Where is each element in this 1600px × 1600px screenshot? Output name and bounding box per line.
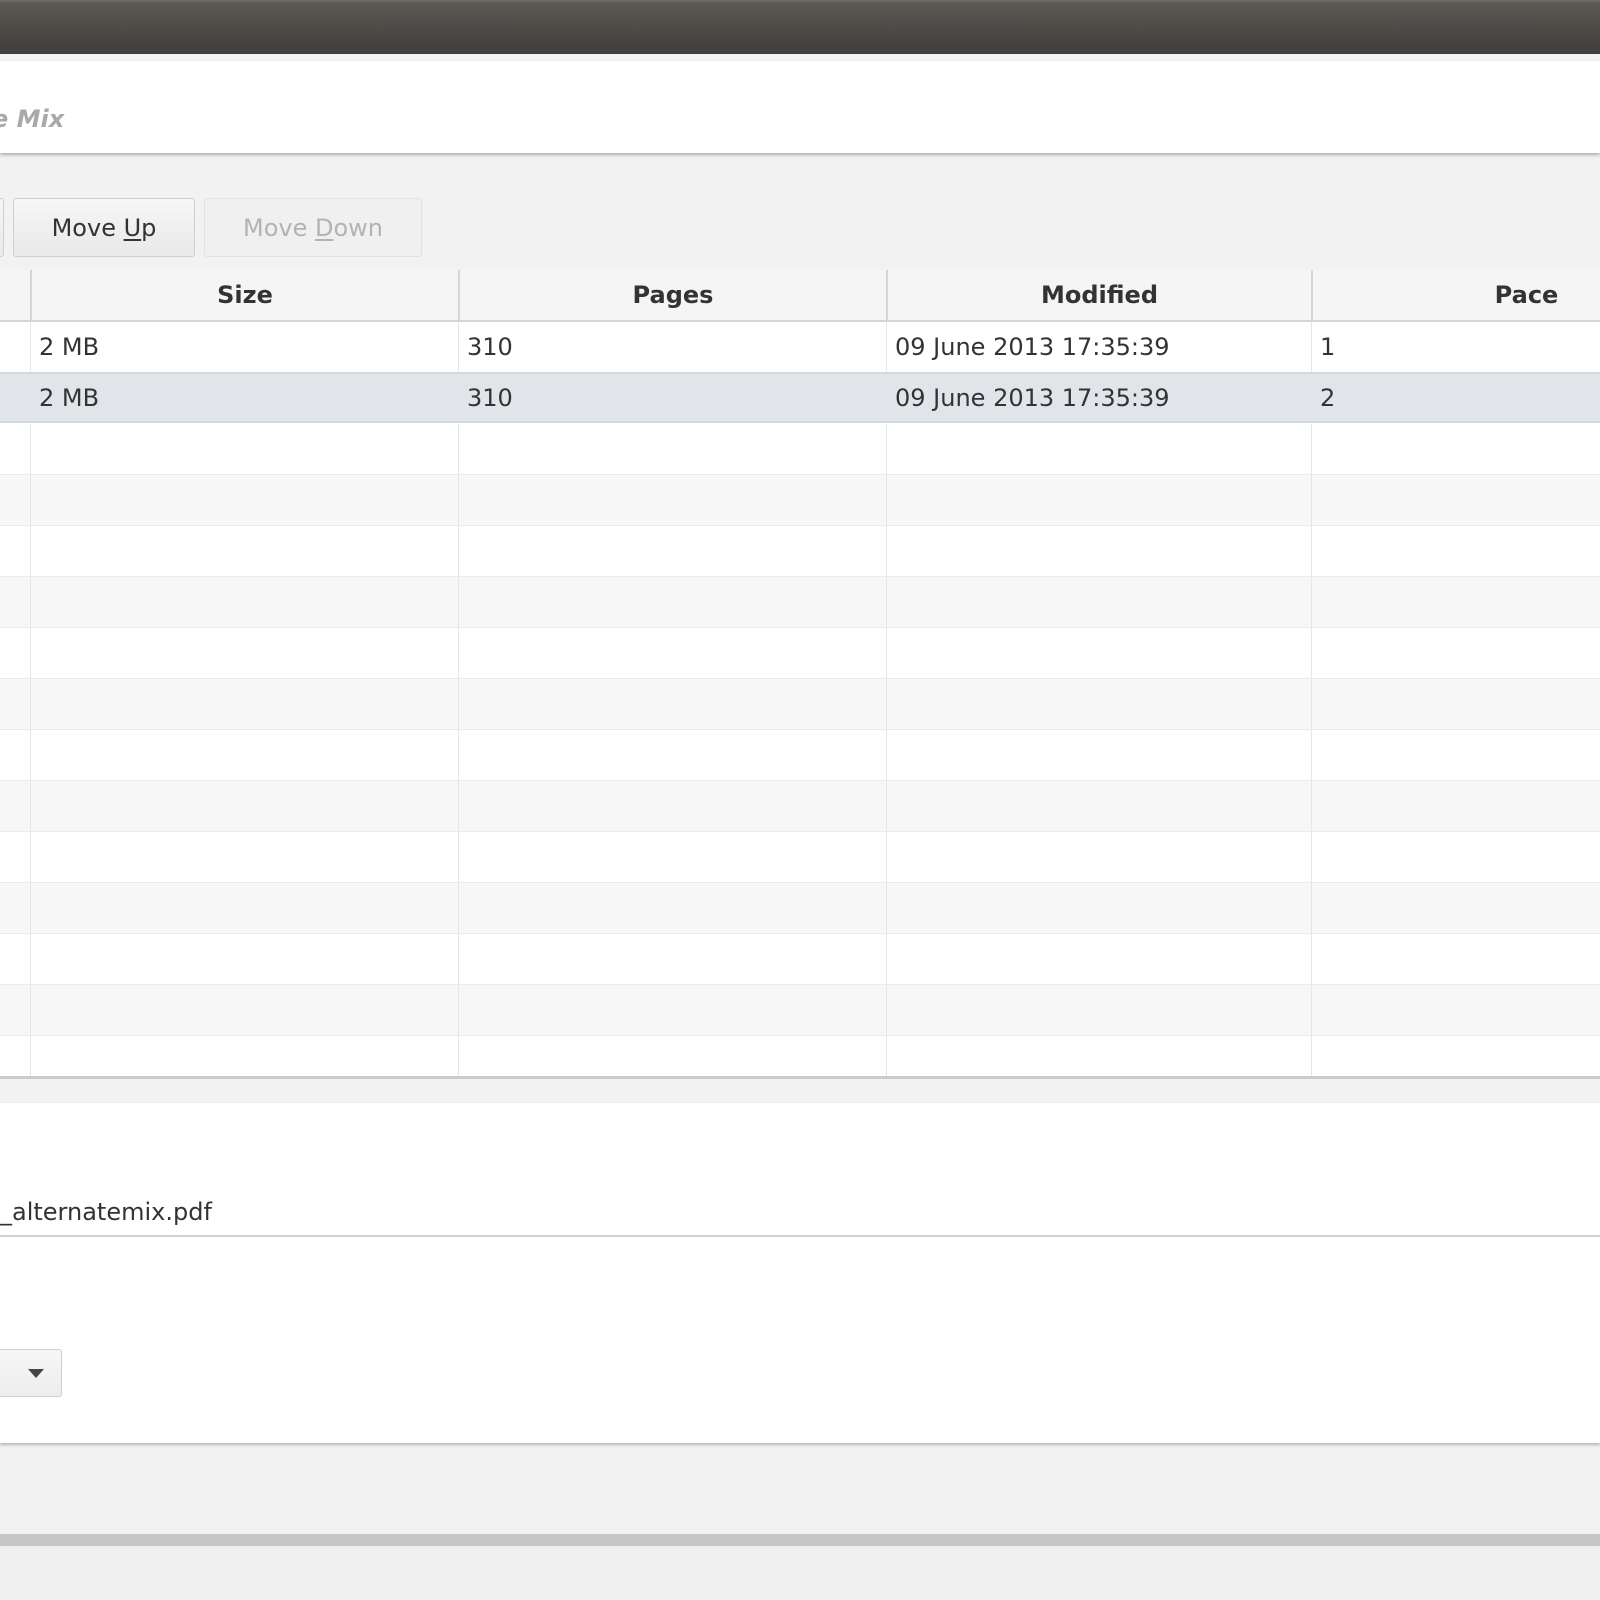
table-header: Size Pages Modified Pace	[0, 270, 1600, 322]
table-row[interactable]: 2 MB 310 09 June 2013 17:35:39 1	[0, 322, 1600, 373]
empty-cell	[1311, 577, 1600, 627]
window-titlebar	[0, 0, 1600, 54]
cell-size: 2 MB	[30, 374, 458, 421]
divider	[0, 1534, 1600, 1546]
empty-cell	[458, 781, 886, 831]
move-up-label: Move Up	[51, 213, 157, 242]
move-up-button[interactable]: Move Up	[13, 198, 195, 257]
empty-cell	[886, 781, 1311, 831]
empty-cell	[458, 985, 886, 1035]
empty-row	[0, 934, 1600, 985]
empty-cell	[1311, 832, 1600, 882]
output-panel: _alternatemix.pdf	[0, 1103, 1600, 1443]
empty-cell	[886, 985, 1311, 1035]
column-header-size[interactable]: Size	[30, 270, 458, 320]
destination-file-value: _alternatemix.pdf	[0, 1198, 212, 1226]
empty-cell	[458, 934, 886, 984]
partial-button[interactable]	[0, 198, 4, 257]
empty-cell	[1311, 526, 1600, 576]
empty-cell	[1311, 781, 1600, 831]
empty-cell	[1311, 934, 1600, 984]
title-panel: e Mix	[0, 61, 1600, 153]
column-header-pace[interactable]: Pace	[1311, 270, 1600, 320]
move-down-button: Move Down	[204, 198, 422, 257]
empty-row	[0, 883, 1600, 934]
footer-bar	[0, 1546, 1600, 1600]
empty-row	[0, 781, 1600, 832]
empty-cell	[1311, 679, 1600, 729]
empty-cell	[886, 628, 1311, 678]
empty-cell	[886, 730, 1311, 780]
empty-cell	[30, 832, 458, 882]
empty-row	[0, 424, 1600, 475]
empty-row	[0, 628, 1600, 679]
empty-cell	[458, 475, 886, 525]
options-dropdown[interactable]	[0, 1349, 62, 1397]
empty-cell	[886, 832, 1311, 882]
empty-cell	[886, 424, 1311, 474]
empty-cell	[30, 781, 458, 831]
empty-cell	[30, 883, 458, 933]
empty-cell	[30, 475, 458, 525]
tool-title: e Mix	[0, 105, 65, 133]
empty-cell	[886, 1036, 1311, 1076]
empty-cell	[886, 883, 1311, 933]
empty-cell	[458, 730, 886, 780]
empty-cell	[30, 628, 458, 678]
empty-cell	[458, 628, 886, 678]
cell-pages: 310	[458, 322, 886, 372]
empty-cell	[458, 883, 886, 933]
empty-cell	[30, 577, 458, 627]
empty-cell	[1311, 1036, 1600, 1076]
destination-file-field[interactable]: _alternatemix.pdf	[0, 1189, 1600, 1237]
empty-cell	[458, 1036, 886, 1076]
table-row-selected[interactable]: 2 MB 310 09 June 2013 17:35:39 2	[0, 372, 1600, 423]
column-header-modified[interactable]: Modified	[886, 270, 1311, 320]
empty-row	[0, 1036, 1600, 1076]
empty-cell	[30, 934, 458, 984]
empty-cell	[458, 577, 886, 627]
cell-pages: 310	[458, 374, 886, 421]
empty-cell	[458, 832, 886, 882]
chevron-down-icon	[28, 1369, 44, 1378]
empty-cell	[30, 679, 458, 729]
move-down-label: Move Down	[242, 213, 383, 242]
empty-cell	[1311, 730, 1600, 780]
empty-cell	[458, 526, 886, 576]
empty-row	[0, 577, 1600, 628]
cell-modified: 09 June 2013 17:35:39	[886, 322, 1311, 372]
empty-row	[0, 526, 1600, 577]
cell-pace: 2	[1311, 374, 1600, 421]
empty-cell	[30, 424, 458, 474]
cell-pace: 1	[1311, 322, 1600, 372]
empty-cell	[458, 679, 886, 729]
empty-cell	[1311, 985, 1600, 1035]
files-table: Size Pages Modified Pace 2 MB 310 09 Jun…	[0, 270, 1600, 1079]
empty-cell	[458, 424, 886, 474]
empty-cell	[1311, 424, 1600, 474]
empty-cell	[886, 475, 1311, 525]
cell-size: 2 MB	[30, 322, 458, 372]
empty-cell	[30, 526, 458, 576]
empty-cell	[30, 1036, 458, 1076]
empty-cell	[886, 934, 1311, 984]
empty-row	[0, 475, 1600, 526]
empty-row	[0, 832, 1600, 883]
column-header-pages[interactable]: Pages	[458, 270, 886, 320]
empty-row	[0, 730, 1600, 781]
empty-cell	[886, 526, 1311, 576]
cell-modified: 09 June 2013 17:35:39	[886, 374, 1311, 421]
empty-cell	[1311, 628, 1600, 678]
empty-row	[0, 985, 1600, 1036]
empty-cell	[30, 730, 458, 780]
empty-cell	[886, 577, 1311, 627]
empty-cell	[1311, 475, 1600, 525]
empty-row	[0, 679, 1600, 730]
empty-cell	[30, 985, 458, 1035]
empty-cell	[886, 679, 1311, 729]
empty-cell	[1311, 883, 1600, 933]
